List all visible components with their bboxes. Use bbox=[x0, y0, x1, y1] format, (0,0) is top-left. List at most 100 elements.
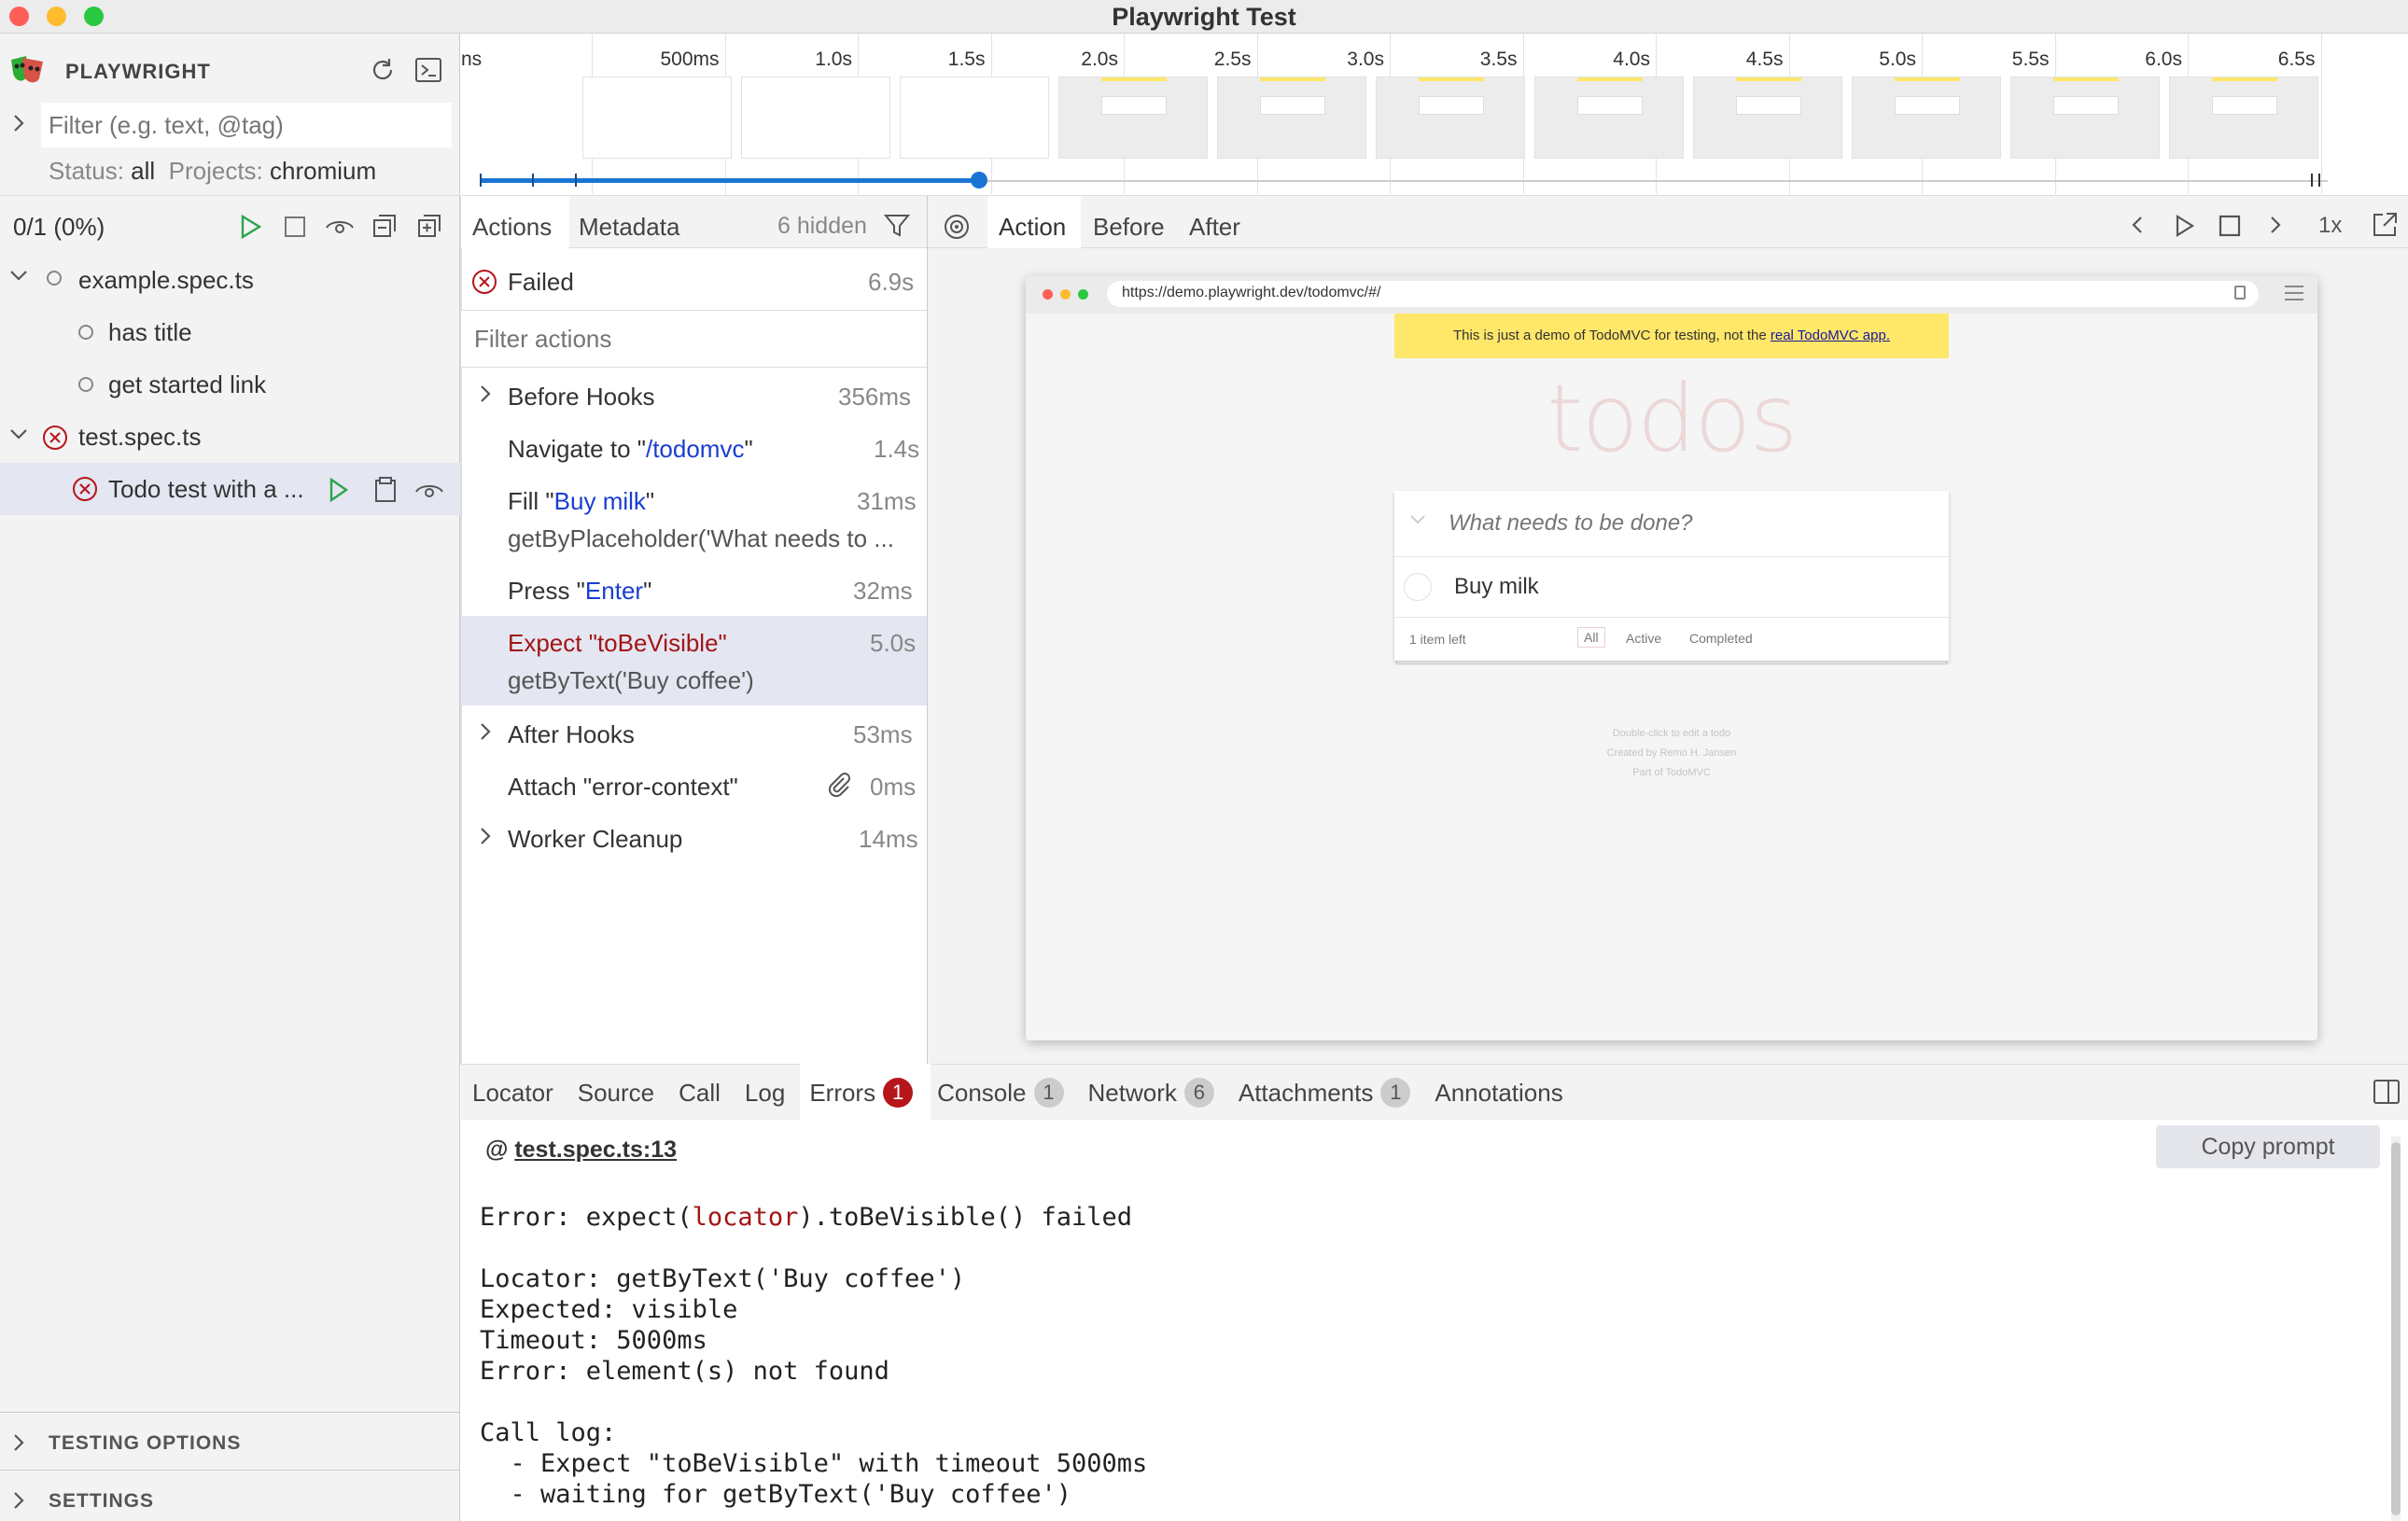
terminal-icon[interactable] bbox=[414, 56, 442, 84]
filmstrip-thumbnail[interactable] bbox=[582, 77, 732, 159]
tab-label: Console bbox=[937, 1079, 1027, 1107]
filmstrip-thumbnail[interactable] bbox=[2010, 77, 2160, 159]
tab-call[interactable]: Call bbox=[679, 1079, 721, 1108]
stop-icon[interactable] bbox=[282, 214, 308, 240]
filmstrip[interactable] bbox=[582, 77, 2323, 159]
tab-before[interactable]: Before bbox=[1093, 213, 1165, 242]
paperclip-icon[interactable] bbox=[825, 771, 853, 799]
thumbnail-card bbox=[1260, 96, 1325, 115]
new-todo-input[interactable] bbox=[1449, 504, 1934, 543]
action-attach[interactable]: Attach "error-context" bbox=[508, 773, 738, 802]
action-navigate[interactable]: Navigate to "/todomvc" bbox=[508, 435, 753, 464]
tree-item-get-started-link[interactable]: get started link bbox=[108, 370, 266, 399]
tab-errors[interactable]: Errors 1 bbox=[809, 1078, 914, 1108]
tab-label: Attachments bbox=[1238, 1079, 1374, 1107]
collapse-all-icon[interactable] bbox=[371, 213, 398, 239]
timeline[interactable]: ns 500ms 1.0s 1.5s 2.0s 2.5s 3.0s 3.5s 4.0s 4.5s 5… bbox=[461, 34, 2408, 196]
chevron-right-icon[interactable] bbox=[478, 825, 493, 847]
error-location-link[interactable]: test.spec.ts:13 bbox=[514, 1137, 677, 1163]
tab-label: Locator bbox=[472, 1079, 553, 1107]
chevron-right-icon[interactable] bbox=[11, 1431, 26, 1454]
scrollbar-thumb[interactable] bbox=[2391, 1142, 2401, 1515]
tab-metadata[interactable]: Metadata bbox=[579, 213, 679, 242]
test-filter-input[interactable] bbox=[41, 103, 452, 147]
divider bbox=[0, 1412, 460, 1413]
chevron-left-icon[interactable] bbox=[2130, 213, 2145, 237]
filmstrip-thumbnail[interactable] bbox=[1534, 77, 1684, 159]
window-title: Playwright Test bbox=[1112, 3, 1296, 31]
copy-prompt-button[interactable]: Copy prompt bbox=[2156, 1125, 2380, 1168]
tab-after[interactable]: After bbox=[1189, 213, 1240, 242]
timeline-marker bbox=[532, 174, 534, 187]
tab-attachments[interactable]: Attachments 1 bbox=[1239, 1078, 1411, 1108]
filmstrip-thumbnail[interactable] bbox=[1376, 77, 1525, 159]
action-fill[interactable]: Fill "Buy milk" bbox=[508, 487, 654, 516]
pick-locator-icon[interactable] bbox=[943, 213, 971, 241]
go-to-source-icon[interactable] bbox=[371, 476, 399, 504]
chevron-right-icon[interactable] bbox=[2268, 213, 2283, 237]
tab-network[interactable]: Network 6 bbox=[1088, 1078, 1214, 1108]
run-test-icon[interactable] bbox=[327, 476, 351, 504]
toggle-sidebar-icon[interactable] bbox=[2373, 1078, 2401, 1106]
expand-all-icon[interactable] bbox=[416, 213, 442, 239]
chevron-down-icon[interactable] bbox=[7, 269, 30, 284]
snapshot-url-bar[interactable]: https://demo.playwright.dev/todomvc/#/ bbox=[1107, 281, 2259, 307]
filmstrip-thumbnail[interactable] bbox=[741, 77, 890, 159]
copy-url-icon[interactable] bbox=[2234, 286, 2246, 300]
timeline-handle[interactable] bbox=[970, 172, 987, 188]
play-icon[interactable] bbox=[2173, 213, 2197, 239]
tab-source[interactable]: Source bbox=[578, 1079, 654, 1108]
filter-all[interactable]: All bbox=[1577, 627, 1605, 648]
tab-locator[interactable]: Locator bbox=[472, 1079, 553, 1108]
menu-icon[interactable] bbox=[2285, 286, 2303, 300]
todo-item[interactable]: Buy milk bbox=[1454, 574, 1539, 600]
run-all-icon[interactable] bbox=[237, 213, 263, 241]
filter-icon[interactable] bbox=[883, 213, 911, 239]
action-before-hooks[interactable]: Before Hooks bbox=[508, 383, 655, 412]
chevron-down-icon[interactable] bbox=[7, 427, 30, 442]
filmstrip-thumbnail[interactable] bbox=[1852, 77, 2001, 159]
tree-item-example-spec[interactable]: example.spec.ts bbox=[78, 266, 254, 295]
open-external-icon[interactable] bbox=[2371, 211, 2399, 239]
filter-completed[interactable]: Completed bbox=[1689, 631, 1753, 646]
tab-annotations[interactable]: Annotations bbox=[1435, 1079, 1562, 1108]
filmstrip-thumbnail[interactable] bbox=[1693, 77, 1842, 159]
chevron-right-icon[interactable] bbox=[11, 1489, 26, 1512]
filmstrip-thumbnail[interactable] bbox=[900, 77, 1049, 159]
chevron-right-icon[interactable] bbox=[478, 383, 493, 405]
tab-label: Annotations bbox=[1435, 1079, 1563, 1107]
tree-item-todo-test[interactable]: Todo test with a ... bbox=[108, 475, 304, 504]
tree-item-has-title[interactable]: has title bbox=[108, 318, 192, 347]
settings-section[interactable]: SETTINGS bbox=[49, 1490, 154, 1513]
chevron-right-icon[interactable] bbox=[478, 720, 493, 743]
todo-checkbox[interactable] bbox=[1404, 573, 1432, 601]
action-press[interactable]: Press "Enter" bbox=[508, 577, 651, 606]
reload-icon[interactable] bbox=[369, 56, 397, 84]
action-expect[interactable]: Expect "toBeVisible" bbox=[508, 629, 727, 658]
tab-actions[interactable]: Actions bbox=[461, 196, 569, 248]
action-worker-cleanup[interactable]: Worker Cleanup bbox=[508, 825, 682, 854]
filmstrip-thumbnail[interactable] bbox=[1217, 77, 1366, 159]
filmstrip-thumbnail[interactable] bbox=[1058, 77, 1208, 159]
action-after-hooks[interactable]: After Hooks bbox=[508, 720, 635, 749]
toggle-all-icon[interactable] bbox=[1409, 514, 1426, 525]
filter-active[interactable]: Active bbox=[1626, 631, 1661, 646]
chevron-right-icon[interactable] bbox=[11, 112, 26, 134]
tab-console[interactable]: Console 1 bbox=[937, 1078, 1064, 1108]
tab-action[interactable]: Action bbox=[987, 196, 1081, 248]
watch-test-icon[interactable] bbox=[414, 480, 444, 502]
tab-log[interactable]: Log bbox=[745, 1079, 785, 1108]
stop-icon[interactable] bbox=[2218, 214, 2242, 238]
timeline-tick-label: ns bbox=[461, 49, 483, 70]
failed-status-icon bbox=[470, 268, 498, 296]
status-filter[interactable]: Status: all Projects: chromium bbox=[49, 157, 376, 186]
real-todomvc-link[interactable]: real TodoMVC app. bbox=[1771, 328, 1890, 343]
scrollbar[interactable] bbox=[2391, 1137, 2401, 1521]
filmstrip-thumbnail[interactable] bbox=[2169, 77, 2318, 159]
tree-item-test-spec[interactable]: test.spec.ts bbox=[78, 423, 202, 452]
testing-options-section[interactable]: TESTING OPTIONS bbox=[49, 1432, 241, 1455]
status-label: Status: bbox=[49, 157, 124, 185]
watch-all-icon[interactable] bbox=[325, 215, 355, 239]
filter-actions-input[interactable] bbox=[467, 317, 915, 360]
playback-speed[interactable]: 1x bbox=[2318, 213, 2342, 239]
